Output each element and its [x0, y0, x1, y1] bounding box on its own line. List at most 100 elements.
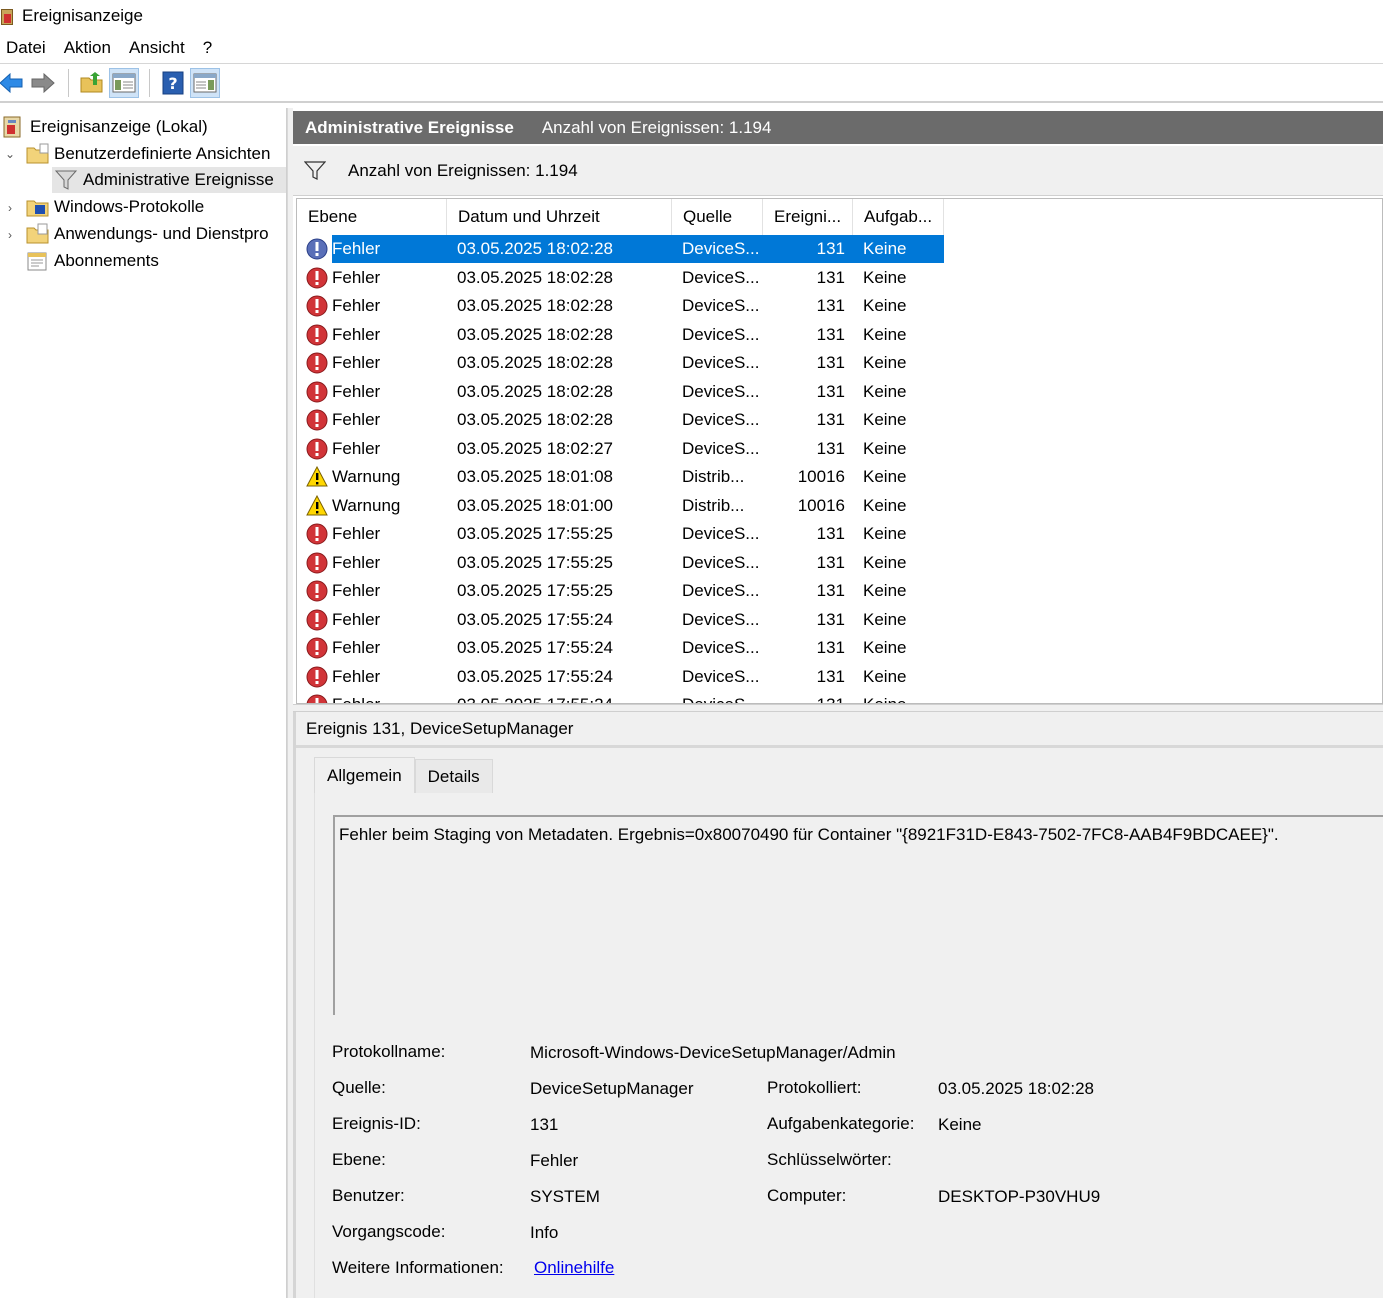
subscriptions-icon [26, 250, 48, 272]
cell-source: DeviceS... [682, 324, 760, 344]
cell-event-id: 131 [816, 552, 845, 572]
forward-button[interactable] [28, 68, 58, 98]
tree-root[interactable]: Ereignisanzeige (Lokal) [2, 114, 208, 140]
cell-date: 03.05.2025 18:01:00 [457, 495, 613, 515]
level-text: Warnung [332, 495, 401, 515]
menu-help[interactable]: ? [197, 38, 218, 58]
computer-value[interactable]: DESKTOP-P30VHU9 [938, 1187, 1100, 1207]
table-row[interactable]: Fehler03.05.2025 17:55:24DeviceS...131Ke… [297, 663, 1382, 691]
column-ereignis-id[interactable]: Ereigni... [763, 199, 853, 235]
keywords-label: Schlüsselwörter: [767, 1150, 892, 1169]
table-row[interactable]: Fehler 03.05.2025 18:02:28 DeviceS... 131 Ke… [297, 235, 1382, 263]
error-icon [306, 438, 328, 460]
table-row[interactable]: Fehler 03.05.2025 17:55:25 DeviceS... 131 Ke… [297, 577, 1382, 605]
cell-task: Keine [863, 495, 907, 515]
tree-subscriptions[interactable]: Abonnements [26, 248, 159, 274]
table-row[interactable]: Fehler 03.05.2025 18:02:28 DeviceS... 131 Ke… [297, 264, 1382, 292]
level-text: Warnung [332, 467, 401, 486]
error-icon [306, 694, 328, 703]
back-button[interactable] [0, 68, 26, 98]
table-row[interactable]: Fehler03.05.2025 17:55:24DeviceS...131Ke… [297, 691, 1382, 703]
folder-icon [26, 143, 49, 165]
cell-date: 03.05.2025 18:02:28 [457, 324, 613, 344]
column-quelle[interactable]: Quelle [672, 199, 763, 235]
filter-icon [304, 160, 326, 180]
chevron-right-icon[interactable]: › [4, 228, 16, 242]
table-row[interactable]: Fehler 03.05.2025 18:02:28 DeviceS... 131 Ke… [297, 349, 1382, 377]
tree-app-logs-label: Anwendungs- und Dienstpro [54, 224, 269, 243]
source-value[interactable]: DeviceSetupManager [530, 1079, 693, 1099]
tab-allgemein[interactable]: Allgemein [314, 757, 415, 793]
toolbar-separator [68, 69, 69, 97]
tree-custom-views[interactable]: Benutzerdefinierte Ansichten [26, 141, 270, 167]
show-hide-action-pane-button[interactable] [190, 68, 220, 98]
column-aufgabe[interactable]: Aufgab... [853, 199, 944, 235]
online-help-link[interactable]: Onlinehilfe [534, 1258, 614, 1278]
cell-task: Keine [863, 438, 907, 458]
logged-value[interactable]: 03.05.2025 18:02:28 [938, 1079, 1094, 1099]
log-name-value[interactable]: Microsoft-Windows-DeviceSetupManager/Adm… [530, 1043, 896, 1063]
log-name-label: Protokollname: [332, 1042, 446, 1061]
tree-windows-logs-label: Windows-Protokolle [54, 197, 205, 216]
cell-level: Fehler [297, 292, 447, 320]
folder-up-button[interactable] [77, 68, 107, 98]
cell-source: DeviceS... [672, 235, 763, 263]
tree-windows-logs[interactable]: Windows-Protokolle [26, 194, 204, 220]
level-text: Fehler [332, 235, 447, 263]
column-ebene[interactable]: Ebene [297, 199, 447, 235]
table-row[interactable]: Fehler 03.05.2025 18:02:28 DeviceS... 131 Ke… [297, 406, 1382, 434]
event-message[interactable]: Fehler beim Staging von Metadaten. Ergeb… [333, 815, 1383, 1015]
tree-app-logs[interactable]: Anwendungs- und Dienstpro [26, 221, 269, 247]
menu-aktion[interactable]: Aktion [58, 38, 117, 58]
console-tree: Ereignisanzeige (Lokal) ⌄ Benutzerdefini… [0, 108, 287, 1298]
opcode-label: Vorgangscode: [332, 1222, 446, 1241]
cell-event-id: 131 [816, 381, 845, 401]
table-row[interactable]: Fehler 03.05.2025 18:02:27 DeviceS... 131 Ke… [297, 435, 1382, 463]
cell-task: Keine [863, 353, 907, 372]
event-id-value[interactable]: 131 [530, 1115, 558, 1135]
cell-level: Fehler [297, 549, 447, 577]
table-row[interactable]: Fehler 03.05.2025 17:55:25 DeviceS... 131 Ke… [297, 520, 1382, 548]
forward-icon [31, 72, 55, 94]
cell-source: DeviceS... [682, 666, 760, 686]
cell-task: Keine [863, 467, 907, 486]
table-row[interactable]: Warnung 03.05.2025 18:01:00 Distrib... 1001… [297, 492, 1382, 520]
help-button[interactable]: ? [158, 68, 188, 98]
view-title: Administrative Ereignisse [305, 117, 514, 137]
user-value[interactable]: SYSTEM [530, 1187, 600, 1207]
chevron-right-icon[interactable]: › [4, 201, 16, 215]
tab-details[interactable]: Details [414, 759, 493, 793]
task-category-value[interactable]: Keine [938, 1115, 981, 1135]
table-row[interactable]: Fehler03.05.2025 17:55:24DeviceS...131Ke… [297, 606, 1382, 634]
error-icon [306, 580, 328, 602]
toolbar-separator [149, 69, 150, 97]
warning-icon [306, 494, 328, 517]
opcode-value[interactable]: Info [530, 1223, 558, 1243]
tree-admin-events-label: Administrative Ereignisse [83, 170, 274, 189]
cell-source: Distrib... [682, 495, 745, 515]
level-value[interactable]: Fehler [530, 1151, 578, 1171]
cell-source: DeviceS... [682, 581, 760, 600]
cell-task: Keine [853, 691, 944, 703]
error-icon [306, 352, 328, 374]
column-datum[interactable]: Datum und Uhrzeit [447, 199, 672, 235]
table-row[interactable]: Fehler03.05.2025 17:55:24DeviceS...131Ke… [297, 634, 1382, 662]
level-text: Fehler [332, 381, 381, 401]
table-row[interactable]: Fehler 03.05.2025 17:55:25 DeviceS... 131 Ke… [297, 549, 1382, 577]
error-icon [306, 523, 328, 545]
cell-date: 03.05.2025 18:02:28 [457, 353, 613, 372]
horizontal-splitter[interactable] [293, 704, 1383, 712]
table-row[interactable]: Fehler 03.05.2025 18:02:28 DeviceS... 131 Ke… [297, 292, 1382, 320]
show-hide-console-tree-button[interactable] [109, 68, 139, 98]
cell-task: Keine [863, 267, 907, 287]
table-row[interactable]: Fehler 03.05.2025 18:02:28 DeviceS... 131 Ke… [297, 378, 1382, 406]
chevron-down-icon[interactable]: ⌄ [4, 147, 16, 161]
level-text: Fehler [332, 353, 381, 372]
table-row[interactable]: Fehler 03.05.2025 18:02:28 DeviceS... 131 Ke… [297, 321, 1382, 349]
table-row[interactable]: Warnung 03.05.2025 18:01:08 Distrib... 1001… [297, 463, 1382, 491]
tree-admin-events[interactable]: Administrative Ereignisse [52, 167, 286, 193]
menu-datei[interactable]: Datei [0, 38, 52, 58]
menu-ansicht[interactable]: Ansicht [123, 38, 191, 58]
tab-general-content: Fehler beim Staging von Metadaten. Ergeb… [314, 793, 1383, 1298]
windows-logs-folder-icon [26, 196, 49, 218]
